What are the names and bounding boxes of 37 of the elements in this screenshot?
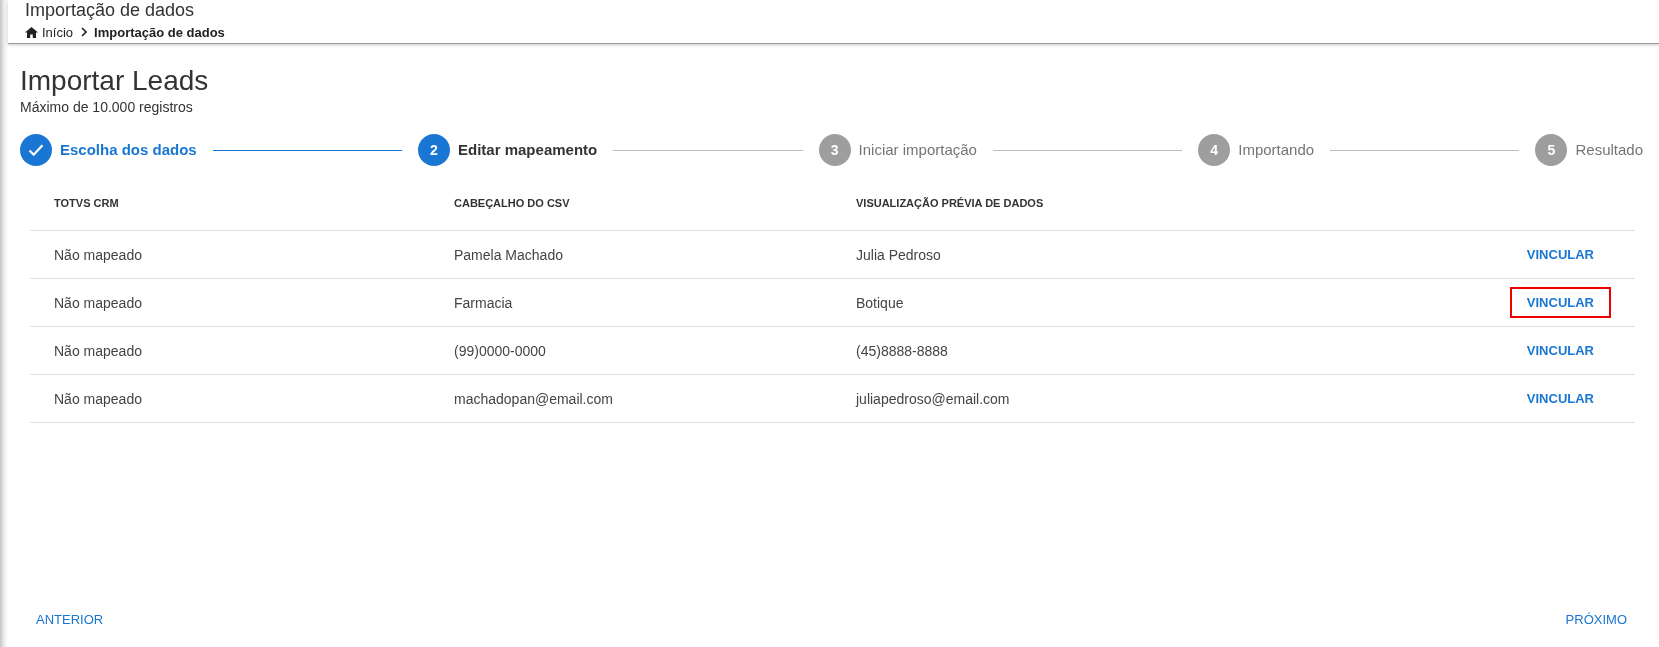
table-cell: Não mapeado bbox=[54, 342, 142, 359]
action-button[interactable]: VINCULAR bbox=[1509, 383, 1611, 414]
table-cell: Botique bbox=[856, 294, 904, 311]
chevron-icon bbox=[81, 27, 88, 37]
page-title: Importar Leads bbox=[20, 64, 209, 98]
column-header: VISUALIZAÇÃO PRÉVIA DE DADOS bbox=[856, 196, 1044, 209]
step-label: Iniciar importação bbox=[858, 140, 977, 160]
home-link[interactable]: Início bbox=[25, 24, 74, 40]
table-cell: juliapedroso@email.com bbox=[856, 390, 1010, 407]
page-subtitle: Máximo de 10.000 registros bbox=[20, 98, 193, 116]
column-header: CABEÇALHO DO CSV bbox=[454, 196, 570, 209]
step-label: Escolha dos dados bbox=[60, 140, 197, 160]
table-cell: (45)8888-8888 bbox=[856, 342, 948, 359]
table-cell: Não mapeado bbox=[54, 294, 142, 311]
step-label: Resultado bbox=[1575, 140, 1643, 160]
table-cell: Não mapeado bbox=[54, 246, 142, 263]
table-cell: Julia Pedroso bbox=[856, 246, 941, 263]
previous-button[interactable]: ANTERIOR bbox=[20, 603, 120, 635]
action-button[interactable]: VINCULAR bbox=[1509, 287, 1611, 318]
table-cell: machadopan@email.com bbox=[454, 390, 613, 407]
step-number: 3 bbox=[818, 134, 851, 166]
table-cell: Não mapeado bbox=[54, 390, 142, 407]
action-button[interactable]: VINCULAR bbox=[1509, 335, 1611, 366]
table-cell: Pamela Machado bbox=[454, 246, 563, 263]
home-icon bbox=[25, 26, 38, 38]
step-label: Importando bbox=[1238, 140, 1315, 160]
table-cell: (99)0000-0000 bbox=[454, 342, 546, 359]
step-label: Editar mapeamento bbox=[458, 140, 598, 160]
step-number: 4 bbox=[1198, 134, 1231, 166]
step-number: 5 bbox=[1535, 134, 1568, 166]
next-button[interactable]: PRÓXIMO bbox=[1549, 603, 1643, 635]
breadcrumb-current: Importação de dados bbox=[94, 24, 225, 40]
table-cell: Farmacia bbox=[454, 294, 513, 311]
page-header-title: Importação de dados bbox=[25, 0, 195, 20]
column-header: TOTVS CRM bbox=[54, 196, 119, 209]
action-button[interactable]: VINCULAR bbox=[1509, 239, 1611, 270]
step-number: 2 bbox=[418, 134, 450, 166]
